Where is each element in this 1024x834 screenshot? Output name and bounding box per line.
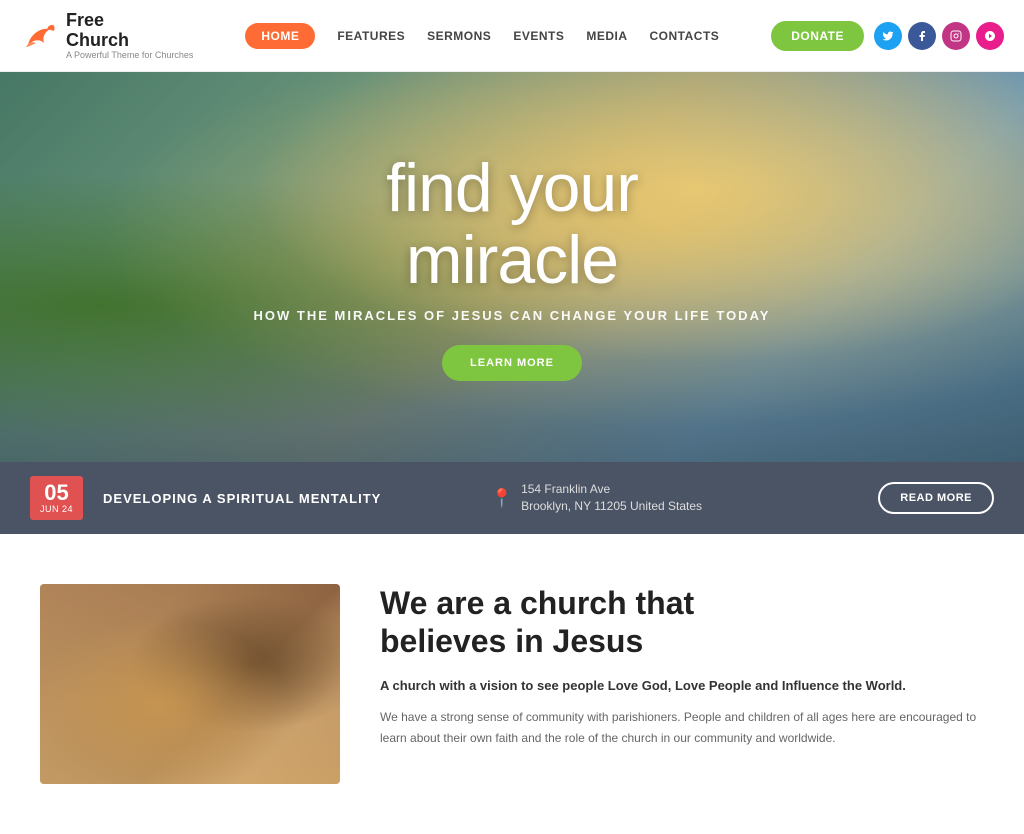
header: FreeChurch A Powerful Theme for Churches…: [0, 0, 1024, 72]
hero-section: find your miracle HOW THE MIRACLES OF JE…: [0, 72, 1024, 462]
hero-content: find your miracle HOW THE MIRACLES OF JE…: [234, 153, 791, 381]
donate-button[interactable]: DONATE: [771, 21, 864, 51]
about-body-text: We have a strong sense of community with…: [380, 707, 984, 748]
about-section: We are a church that believes in Jesus A…: [0, 534, 1024, 834]
about-image-background: [40, 584, 340, 784]
instagram-icon[interactable]: [942, 22, 970, 50]
event-location: 📍 154 Franklin Ave Brooklyn, NY 11205 Un…: [491, 481, 859, 515]
about-heading: We are a church that believes in Jesus: [380, 584, 984, 661]
event-date-number: 05: [40, 482, 73, 504]
nav-home[interactable]: HOME: [245, 23, 315, 49]
social-pink-icon[interactable]: [976, 22, 1004, 50]
nav-events[interactable]: EVENTS: [513, 29, 564, 43]
about-content: We are a church that believes in Jesus A…: [380, 584, 984, 748]
logo-icon: [20, 17, 58, 55]
social-icons: [874, 22, 1004, 50]
about-bold-text: A church with a vision to see people Lov…: [380, 676, 984, 696]
event-banner: 05 Jun 24 DEVELOPING A SPIRITUAL MENTALI…: [0, 462, 1024, 534]
hero-headline: find your miracle: [254, 153, 771, 296]
nav-features[interactable]: FEATURES: [337, 29, 405, 43]
nav-sermons[interactable]: SERMONS: [427, 29, 491, 43]
logo-text: FreeChurch A Powerful Theme for Churches: [66, 11, 193, 61]
event-date-month: Jun 24: [40, 504, 73, 514]
event-location-text: 154 Franklin Ave Brooklyn, NY 11205 Unit…: [521, 481, 702, 515]
event-date: 05 Jun 24: [30, 476, 83, 520]
logo-title: FreeChurch: [66, 11, 193, 51]
learn-more-button[interactable]: LEARN MORE: [442, 345, 582, 381]
main-nav: HOME FEATURES SERMONS EVENTS MEDIA CONTA…: [245, 23, 719, 49]
twitter-icon[interactable]: [874, 22, 902, 50]
about-image: [40, 584, 340, 784]
hero-subheadline: HOW THE MIRACLES OF JESUS CAN CHANGE YOU…: [254, 308, 771, 323]
event-location-line1: 154 Franklin Ave: [521, 481, 702, 498]
location-pin-icon: 📍: [491, 488, 513, 509]
logo-subtitle: A Powerful Theme for Churches: [66, 50, 193, 60]
event-location-line2: Brooklyn, NY 11205 United States: [521, 498, 702, 515]
nav-media[interactable]: MEDIA: [586, 29, 627, 43]
nav-contacts[interactable]: CONTACTS: [650, 29, 720, 43]
logo[interactable]: FreeChurch A Powerful Theme for Churches: [20, 11, 193, 61]
facebook-icon[interactable]: [908, 22, 936, 50]
event-title: DEVELOPING A SPIRITUAL MENTALITY: [103, 491, 471, 506]
read-more-button[interactable]: READ MORE: [878, 482, 994, 514]
header-right: DONATE: [771, 21, 1004, 51]
